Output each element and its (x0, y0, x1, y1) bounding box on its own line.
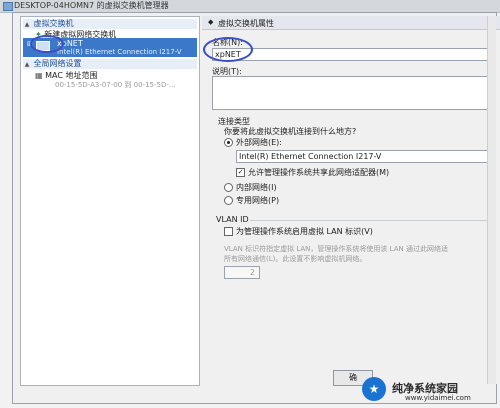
app-icon (3, 2, 13, 11)
vlan-enable-checkbox[interactable] (224, 227, 233, 236)
adapter-select[interactable]: Intel(R) Ethernet Connection I217-V (236, 150, 490, 163)
mac-title: MAC 地址范围 (45, 71, 98, 80)
vlan-enable-label: 为管理操作系统启用虚拟 LAN 标识(V) (236, 227, 373, 236)
allow-share-checkbox[interactable]: ✓ (236, 168, 245, 177)
vlan-divider (250, 220, 488, 221)
collapse-icon: ▲ (24, 61, 30, 68)
notes-field[interactable] (212, 76, 490, 110)
vlan-description-line1: VLAN 标识符指定虚拟 LAN，管理操作系统将使用该 LAN 通过此网络适 (224, 245, 448, 253)
vlan-heading: VLAN ID (216, 215, 249, 224)
section-label: 虚拟交换机 (33, 19, 74, 28)
internal-network-radio[interactable] (224, 183, 233, 192)
internal-network-label: 内部网络(I) (236, 183, 277, 192)
vlan-description-line2: 所有网络通信(L)。此设置不影响虚拟机网络。 (224, 255, 367, 263)
private-network-radio[interactable] (224, 196, 233, 205)
properties-header: ◆ 虚拟交换机属性 (202, 16, 500, 30)
section-virtual-switches[interactable]: ▲ 虚拟交换机 (23, 19, 197, 29)
allow-share-label: 允许管理操作系统共享此网络适配器(M) (248, 168, 390, 177)
section-global-network[interactable]: ▲ 全局网络设置 (23, 59, 197, 69)
switch-tree-pane: ▲ 虚拟交换机 ✦ 新建虚拟网络交换机 ⊞ xpNET Intel(R) Eth… (20, 16, 200, 386)
switch-properties-pane: ◆ 虚拟交换机属性 名称(N): xpNET 说明(T): 连接类型 你要将此虚… (202, 16, 500, 384)
vlan-id-field[interactable]: 2 (224, 266, 260, 279)
collapse-icon: ▲ (24, 21, 30, 28)
scrollbar[interactable] (487, 16, 496, 384)
private-network-label: 专用网络(P) (236, 196, 280, 205)
header-icon: ◆ (208, 18, 214, 26)
section-label: 全局网络设置 (33, 59, 82, 68)
mac-range-value: 00-15-5D-A3-07-00 到 00-15-5D-... (55, 81, 176, 89)
window-title: DESKTOP-04HOMN7 的虚拟交换机管理器 (14, 1, 169, 10)
mac-icon: ▦ (35, 71, 43, 80)
watermark-url: www.yidaimei.com (405, 394, 471, 402)
external-network-label: 外部网络(E): (236, 138, 282, 147)
watermark-logo-icon: ★ (362, 377, 386, 401)
external-network-radio[interactable] (224, 138, 233, 147)
connection-question: 你要将此虚拟交换机连接到什么地方? (224, 127, 357, 136)
switch-adapter: Intel(R) Ethernet Connection I217-V (57, 48, 182, 56)
annotation-circle (30, 35, 64, 53)
name-field[interactable]: xpNET (212, 48, 490, 61)
properties-title: 虚拟交换机属性 (218, 19, 274, 28)
annotation-circle (203, 37, 253, 62)
